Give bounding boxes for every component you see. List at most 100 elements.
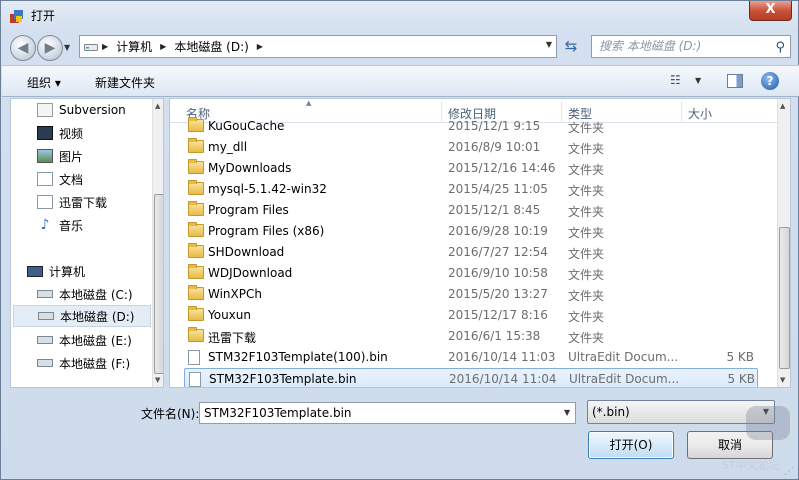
filename-input[interactable]: STM32F103Template.bin [199, 402, 576, 424]
sidebar-item-drive-c[interactable]: 本地磁盘 (C:) [37, 283, 163, 305]
table-row[interactable]: 迅雷下载 2016/6/1 15:38 文件夹 [184, 326, 758, 347]
filename-dropdown-icon[interactable]: ▼ [564, 408, 570, 417]
file-date: 2016/9/10 10:58 [448, 266, 548, 280]
breadcrumb-separator-icon[interactable]: ▶ [102, 42, 108, 51]
sidebar-item-label: 文档 [59, 172, 84, 187]
filename-label: 文件名(N): [141, 407, 200, 421]
sidebar-item-computer[interactable]: 计算机 [27, 260, 163, 282]
drive-icon [37, 359, 53, 367]
sidebar-item-label: 音乐 [59, 218, 84, 233]
sidebar-item-pictures[interactable]: 图片 [37, 145, 163, 167]
breadcrumb-separator-icon[interactable]: ▶ [160, 42, 166, 51]
address-bar[interactable]: ▶ 计算机 ▶ 本地磁盘 (D:) ▶ ▼ [79, 35, 557, 58]
close-button[interactable]: X [749, 1, 792, 21]
sort-ascending-icon: ▲ [306, 99, 312, 107]
navigation-pane: Subversion 视频 图片 文档 迅雷下载 ♪ 音乐 计算机 本地磁盘 ( [10, 98, 164, 388]
sidebar-item-label: 迅雷下载 [59, 195, 108, 210]
recent-locations-dropdown-icon[interactable]: ▼ [64, 43, 70, 52]
table-row[interactable]: STM32F103Template(100).bin 2016/10/14 11:… [184, 347, 758, 368]
search-input[interactable]: 搜索 本地磁盘 (D:) ⚲ [591, 35, 791, 58]
forward-button[interactable]: ▶ [37, 35, 63, 61]
sidebar-item-label: 本地磁盘 (F:) [59, 356, 131, 371]
help-button[interactable]: ? [761, 72, 779, 90]
organize-button[interactable]: 组织 ▾ [27, 74, 61, 91]
file-list-scrollbar[interactable]: ▲ ▼ [777, 99, 790, 387]
sidebar-item-documents[interactable]: 文档 [37, 168, 163, 190]
file-name: MyDownloads [208, 161, 292, 175]
breadcrumb-drive-d[interactable]: 本地磁盘 (D:) [174, 38, 248, 55]
breadcrumb-separator-icon[interactable]: ▶ [257, 42, 263, 51]
file-name: STM32F103Template.bin [209, 372, 357, 386]
folder-icon [188, 306, 204, 321]
file-type: 文件夹 [568, 289, 605, 303]
breadcrumb-computer[interactable]: 计算机 [116, 38, 152, 55]
scroll-up-icon[interactable]: ▲ [155, 102, 160, 110]
scroll-up-icon[interactable]: ▲ [780, 102, 785, 110]
scroll-down-icon[interactable]: ▼ [155, 376, 160, 384]
drive-icon [37, 336, 53, 344]
sidebar-item-subversion[interactable]: Subversion [37, 99, 163, 121]
file-name: KuGouCache [208, 119, 285, 133]
file-type: 文件夹 [568, 121, 605, 135]
file-name: 迅雷下载 [208, 331, 257, 345]
table-row[interactable]: SHDownload 2016/7/27 12:54 文件夹 [184, 242, 758, 263]
music-library-icon: ♪ [40, 217, 50, 233]
folder-icon [188, 243, 204, 258]
sidebar-item-drive-d[interactable]: 本地磁盘 (D:) [13, 305, 151, 327]
refresh-button[interactable]: ⇆ [559, 35, 583, 58]
sidebar-item-xunlei[interactable]: 迅雷下载 [37, 191, 163, 213]
new-folder-button[interactable]: 新建文件夹 [95, 74, 155, 91]
back-button[interactable]: ◀ [10, 35, 36, 61]
file-date: 2016/7/27 12:54 [448, 245, 548, 259]
drive-icon [37, 290, 53, 298]
file-icon [188, 350, 200, 365]
file-name: SHDownload [208, 245, 285, 259]
table-row[interactable]: my_dll 2016/8/9 10:01 文件夹 [184, 137, 758, 158]
folder-icon [188, 117, 204, 132]
view-dropdown-icon[interactable]: ▼ [695, 76, 701, 85]
file-type: 文件夹 [568, 142, 605, 156]
preview-pane-icon[interactable] [727, 74, 743, 88]
file-list-scroll-thumb[interactable] [779, 227, 790, 369]
file-type: 文件夹 [568, 184, 605, 198]
resize-grip-icon[interactable]: ⋰ [784, 466, 794, 477]
table-row[interactable]: MyDownloads 2015/12/16 14:46 文件夹 [184, 158, 758, 179]
search-icon[interactable]: ⚲ [775, 37, 785, 58]
view-options-icon[interactable]: ☷ [670, 73, 681, 87]
file-type: 文件夹 [568, 310, 605, 324]
table-row[interactable]: mysql-5.1.42-win32 2015/4/25 11:05 文件夹 [184, 179, 758, 200]
sidebar-item-label: Subversion [59, 103, 126, 117]
file-date: 2016/8/9 10:01 [448, 140, 541, 154]
address-dropdown-icon[interactable]: ▼ [546, 40, 552, 49]
file-date: 2015/12/17 8:16 [448, 308, 548, 322]
table-row[interactable]: KuGouCache 2015/12/1 9:15 文件夹 [184, 116, 758, 137]
table-row[interactable]: WinXPCh 2015/5/20 13:27 文件夹 [184, 284, 758, 305]
sidebar-item-drive-e[interactable]: 本地磁盘 (E:) [37, 329, 163, 351]
file-type: 文件夹 [568, 226, 605, 240]
file-size: 5 KB [727, 372, 755, 386]
file-date: 2016/6/1 15:38 [448, 329, 541, 343]
sidebar-item-label: 视频 [59, 126, 84, 141]
open-button[interactable]: 打开(O) [588, 431, 674, 459]
file-type: 文件夹 [568, 268, 605, 282]
sidebar-item-videos[interactable]: 视频 [37, 122, 163, 144]
file-name: Youxun [208, 308, 251, 322]
table-row[interactable]: Program Files (x86) 2016/9/28 10:19 文件夹 [184, 221, 758, 242]
sidebar-scroll-thumb[interactable] [154, 194, 163, 374]
sidebar-scrollbar[interactable]: ▲ ▼ [152, 99, 163, 387]
file-name: Program Files (x86) [208, 224, 325, 238]
xunlei-download-icon [37, 195, 53, 209]
open-file-dialog: 打开 X ◀ ▶ ▼ ▶ 计算机 ▶ 本地磁盘 (D:) ▶ ▼ ⇆ 搜索 本地… [0, 0, 799, 480]
pictures-library-icon [37, 149, 53, 163]
table-row[interactable]: Program Files 2015/12/1 8:45 文件夹 [184, 200, 758, 221]
table-row[interactable]: STM32F103Template.bin 2016/10/14 11:04 Ult… [184, 368, 758, 387]
back-arrow-icon: ◀ [17, 40, 29, 56]
sidebar-item-music[interactable]: ♪ 音乐 [37, 214, 163, 236]
folder-icon [188, 285, 204, 300]
file-name: Program Files [208, 203, 289, 217]
scroll-down-icon[interactable]: ▼ [780, 376, 785, 384]
table-row[interactable]: Youxun 2015/12/17 8:16 文件夹 [184, 305, 758, 326]
file-type: 文件夹 [568, 163, 605, 177]
table-row[interactable]: WDJDownload 2016/9/10 10:58 文件夹 [184, 263, 758, 284]
sidebar-item-drive-f[interactable]: 本地磁盘 (F:) [37, 352, 163, 374]
